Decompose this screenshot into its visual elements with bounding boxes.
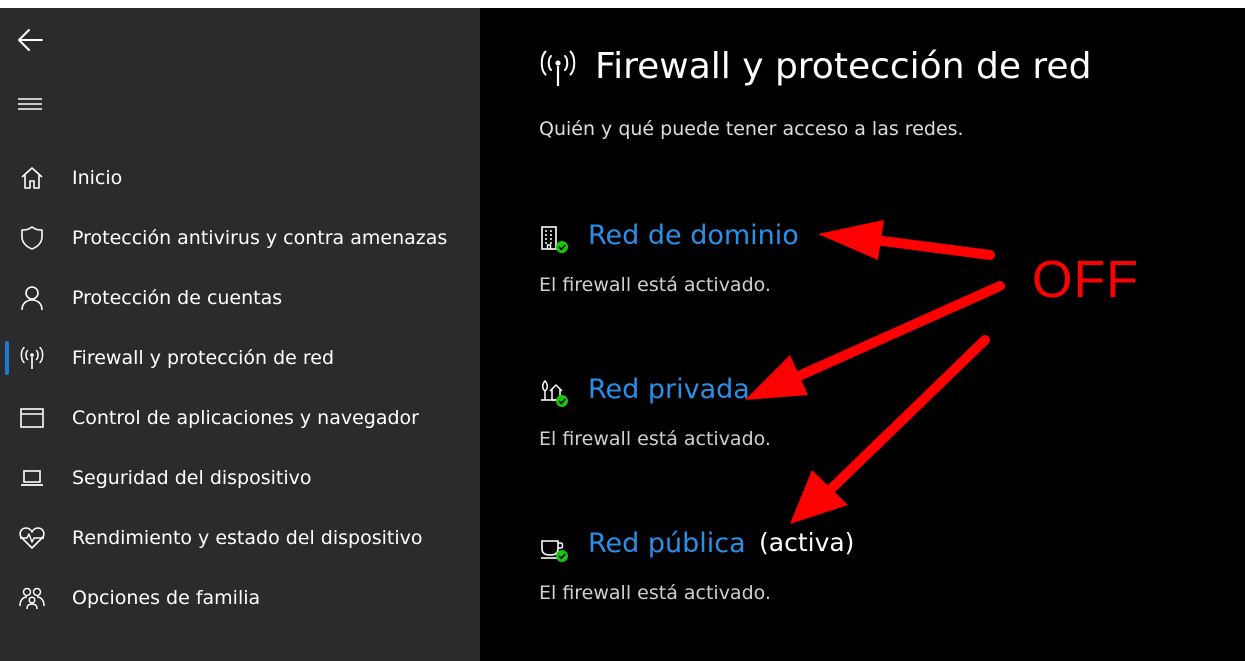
- back-arrow-icon: [18, 29, 43, 51]
- sidebar-item-firewall[interactable]: Firewall y protección de red: [0, 328, 480, 388]
- sidebar-item-label: Protección antivirus y contra amenazas: [72, 227, 448, 249]
- page-subtitle: Quién y qué puede tener acceso a las red…: [539, 118, 964, 140]
- main-content: Firewall y protección de red Quién y qué…: [480, 8, 1245, 661]
- off-annotation-label: OFF: [1032, 251, 1139, 309]
- sidebar-item-device-security[interactable]: Seguridad del dispositivo: [0, 448, 480, 508]
- sidebar-item-label: Protección de cuentas: [72, 287, 283, 309]
- sidebar-nav: Inicio Protección antivirus y contra ame…: [0, 148, 480, 628]
- sidebar-item-device-health[interactable]: Rendimiento y estado del dispositivo: [0, 508, 480, 568]
- person-icon: [18, 284, 46, 312]
- domain-building-icon: [539, 224, 571, 256]
- private-network-link[interactable]: Red privada: [588, 374, 750, 405]
- sidebar-item-label: Rendimiento y estado del dispositivo: [72, 527, 423, 549]
- sidebar-item-family[interactable]: Opciones de familia: [0, 568, 480, 628]
- home-icon: [18, 164, 46, 192]
- public-cafe-icon: [539, 532, 571, 564]
- sidebar-item-label: Control de aplicaciones y navegador: [72, 407, 419, 429]
- antenna-icon: [18, 344, 46, 372]
- domain-network-link[interactable]: Red de dominio: [588, 220, 799, 251]
- heart-pulse-icon: [18, 524, 46, 552]
- sidebar-item-cuentas[interactable]: Protección de cuentas: [0, 268, 480, 328]
- hamburger-icon: [18, 98, 42, 110]
- app-window: Inicio Protección antivirus y contra ame…: [0, 0, 1245, 661]
- window-top-border: [0, 0, 1245, 8]
- sidebar-item-label: Seguridad del dispositivo: [72, 467, 312, 489]
- shield-icon: [18, 224, 46, 252]
- sidebar-item-antivirus[interactable]: Protección antivirus y contra amenazas: [0, 208, 480, 268]
- network-status-text: El firewall está activado.: [539, 582, 771, 604]
- page-title: Firewall y protección de red: [595, 46, 1092, 87]
- hamburger-menu-button[interactable]: [14, 88, 46, 120]
- app-browser-icon: [18, 404, 46, 432]
- public-network-link[interactable]: Red pública: [588, 528, 746, 559]
- family-icon: [18, 584, 46, 612]
- sidebar: Inicio Protección antivirus y contra ame…: [0, 8, 480, 661]
- active-network-tag: (activa): [759, 528, 855, 557]
- antenna-icon: [538, 48, 578, 88]
- network-status-text: El firewall está activado.: [539, 274, 771, 296]
- sidebar-item-label: Firewall y protección de red: [72, 347, 335, 369]
- back-button[interactable]: [14, 24, 46, 56]
- sidebar-item-inicio[interactable]: Inicio: [0, 148, 480, 208]
- sidebar-item-label: Inicio: [72, 167, 123, 189]
- network-status-text: El firewall está activado.: [539, 428, 771, 450]
- sidebar-item-app-browser[interactable]: Control de aplicaciones y navegador: [0, 388, 480, 448]
- sidebar-item-label: Opciones de familia: [72, 587, 261, 609]
- laptop-icon: [18, 464, 46, 492]
- active-indicator: [5, 341, 9, 375]
- private-house-icon: [539, 378, 571, 410]
